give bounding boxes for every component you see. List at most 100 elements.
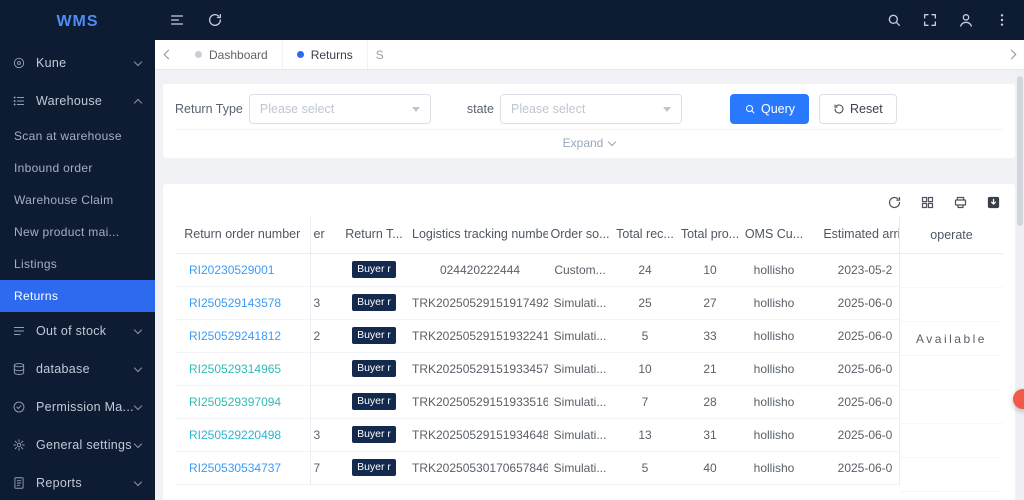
chevron-up-icon — [134, 98, 142, 106]
return-type-tag: Buyer r — [352, 360, 396, 377]
operate-cell — [900, 288, 1003, 322]
table-row: RI20230529001 Buyer r 024420222444 Custo… — [175, 253, 899, 286]
search-icon[interactable] — [886, 12, 902, 28]
sidebar-item-warehouse[interactable]: Warehouse — [0, 82, 155, 120]
column-settings-icon[interactable] — [920, 195, 935, 210]
cell-total-received: 10 — [612, 352, 678, 385]
tab-dot — [297, 51, 304, 58]
column-header: Total rec... — [612, 216, 678, 253]
cell-total-received: 13 — [612, 418, 678, 451]
sidebar-item-label: database — [36, 362, 90, 376]
export-icon[interactable] — [986, 195, 1001, 210]
refresh-icon[interactable] — [207, 12, 223, 28]
cell-estimated-arrival: 2025-06-0 — [806, 319, 899, 352]
fullscreen-icon[interactable] — [922, 12, 938, 28]
return-type-select[interactable]: Please select — [249, 94, 431, 124]
sidebar-item-general-settings[interactable]: General settings — [0, 426, 155, 464]
return-order-link[interactable]: RI250529143578 — [189, 296, 281, 310]
table-refresh-icon[interactable] — [887, 195, 902, 210]
sidebar-item-inbound-order[interactable]: Inbound order — [0, 152, 155, 184]
table-row: RI250529220498 3 Buyer r TRK202505291519… — [175, 418, 899, 451]
warehouse-submenu: Scan at warehouse Inbound order Warehous… — [0, 120, 155, 312]
cell-return-type: Buyer r — [336, 286, 412, 319]
chevron-down-icon — [663, 107, 671, 112]
scrollbar-thumb[interactable] — [1017, 76, 1023, 226]
cell-tracking: 024420222444 — [412, 253, 548, 286]
cell-order-source: Simulati... — [548, 451, 612, 484]
operate-cell — [900, 458, 1003, 492]
query-button[interactable]: Query — [730, 94, 809, 124]
return-order-link[interactable]: RI20230529001 — [189, 263, 274, 277]
operate-header: operate — [900, 216, 1003, 254]
tabs-scroll-left-button[interactable] — [155, 40, 181, 69]
column-header: Total pro... — [678, 216, 742, 253]
cell-return-type: Buyer r — [336, 451, 412, 484]
sidebar-item-reports[interactable]: Reports — [0, 464, 155, 500]
kune-icon — [12, 56, 27, 71]
sidebar-item-kune[interactable]: Kune — [0, 44, 155, 82]
page-content: Return Type Please select state Please s… — [155, 70, 1024, 500]
cell-order-source: Custom... — [548, 253, 612, 286]
collapse-menu-icon[interactable] — [169, 12, 185, 28]
table-toolbar — [175, 184, 1003, 216]
tab-partial[interactable]: S — [368, 40, 392, 69]
chevron-down-icon — [134, 325, 142, 333]
cell-return-order: RI250529143578 — [175, 286, 310, 319]
cell-order-source: Simulati... — [548, 286, 612, 319]
cell-clipped — [310, 253, 336, 286]
cell-total-product: 31 — [678, 418, 742, 451]
cell-return-type: Buyer r — [336, 418, 412, 451]
operate-column: operate Available — [899, 216, 1003, 485]
operate-cell — [900, 356, 1003, 390]
chevron-down-icon — [608, 137, 616, 145]
tab-label: S — [376, 48, 384, 62]
column-header: Estimated arriv — [806, 216, 899, 253]
cell-oms-customer: hollisho — [742, 385, 806, 418]
column-header: Return order number — [175, 216, 310, 253]
cell-return-type: Buyer r — [336, 385, 412, 418]
reset-button[interactable]: Reset — [819, 94, 897, 124]
cell-order-source: Simulati... — [548, 352, 612, 385]
sidebar-item-returns[interactable]: Returns — [0, 280, 155, 312]
table-header-row: Return order number er Return T... Logis… — [175, 216, 899, 253]
cell-return-order: RI20230529001 — [175, 253, 310, 286]
app-logo: WMS — [0, 0, 155, 44]
sidebar-item-warehouse-claim[interactable]: Warehouse Claim — [0, 184, 155, 216]
return-order-link[interactable]: RI250529397094 — [189, 395, 281, 409]
tab-returns[interactable]: Returns — [283, 40, 368, 69]
print-icon[interactable] — [953, 195, 968, 210]
sidebar-item-permission-management[interactable]: Permission Ma... — [0, 388, 155, 426]
expand-toggle[interactable]: Expand — [563, 136, 616, 150]
cell-total-received: 24 — [612, 253, 678, 286]
cell-estimated-arrival: 2025-06-0 — [806, 385, 899, 418]
reset-button-label: Reset — [850, 102, 883, 116]
cell-return-type: Buyer r — [336, 352, 412, 385]
return-order-link[interactable]: RI250530534737 — [189, 461, 281, 475]
table-row: RI250529241812 2 Buyer r TRK202505291519… — [175, 319, 899, 352]
sub-item-label: Scan at warehouse — [14, 129, 122, 143]
user-icon[interactable] — [958, 12, 974, 28]
sub-item-label: New product mai... — [14, 225, 119, 239]
sub-item-label: Warehouse Claim — [14, 193, 113, 207]
tab-dashboard[interactable]: Dashboard — [181, 40, 283, 69]
state-select[interactable]: Please select — [500, 94, 682, 124]
sidebar-item-label: Warehouse — [36, 94, 102, 108]
sidebar-item-new-product[interactable]: New product mai... — [0, 216, 155, 248]
return-order-link[interactable]: RI250529220498 — [189, 428, 281, 442]
column-header: Order so... — [548, 216, 612, 253]
sidebar-item-database[interactable]: database — [0, 350, 155, 388]
cell-estimated-arrival: 2025-06-0 — [806, 451, 899, 484]
return-order-link[interactable]: RI250529241812 — [189, 329, 281, 343]
cell-clipped: 3 — [310, 286, 336, 319]
return-order-link[interactable]: RI250529314965 — [189, 362, 281, 376]
sub-item-label: Inbound order — [14, 161, 93, 175]
cell-total-received: 25 — [612, 286, 678, 319]
more-vertical-icon[interactable] — [994, 12, 1010, 28]
sidebar-item-scan-at-warehouse[interactable]: Scan at warehouse — [0, 120, 155, 152]
sidebar-item-out-of-stock[interactable]: Out of stock — [0, 312, 155, 350]
sidebar-item-listings[interactable]: Listings — [0, 248, 155, 280]
column-header: Logistics tracking number — [412, 216, 548, 253]
tabs-scroll-right-button[interactable] — [998, 40, 1024, 69]
select-placeholder: Please select — [511, 102, 585, 116]
sub-item-label: Listings — [14, 257, 57, 271]
